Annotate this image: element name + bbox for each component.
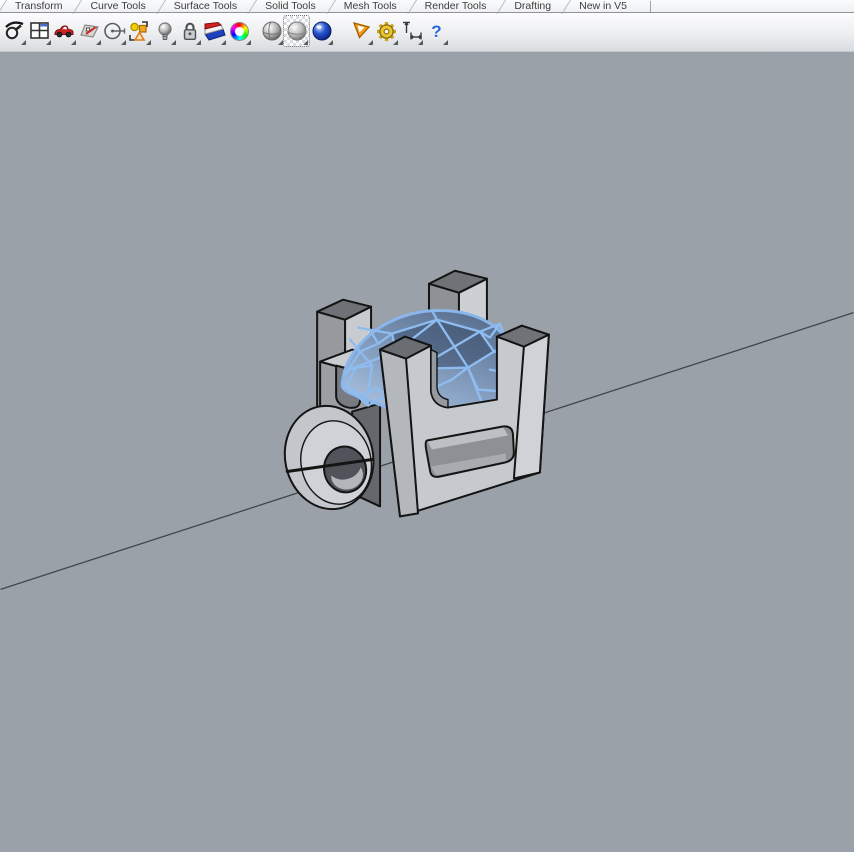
ghosted-sphere-icon[interactable] xyxy=(284,16,309,46)
circle-center-radius-icon[interactable] xyxy=(102,16,127,46)
tab-new-in-v5[interactable]: New in V5 xyxy=(564,0,640,13)
gem-setting-model[interactable] xyxy=(275,271,549,518)
map-icon[interactable] xyxy=(77,16,102,46)
tab-drafting[interactable]: Drafting xyxy=(499,0,564,13)
cone-pointer-icon[interactable] xyxy=(349,16,374,46)
tab-render-tools[interactable]: Render Tools xyxy=(410,0,500,13)
selection-filter-icon[interactable] xyxy=(127,16,152,46)
color-wheel-icon[interactable] xyxy=(227,16,252,46)
render-wedge-icon[interactable] xyxy=(202,16,227,46)
toolbar-tab-bar: Transform Curve Tools Surface Tools Soli… xyxy=(0,0,854,13)
tab-transform[interactable]: Transform xyxy=(0,0,75,13)
lamp-icon[interactable] xyxy=(152,16,177,46)
car-icon[interactable] xyxy=(52,16,77,46)
tab-curve-tools[interactable]: Curve Tools xyxy=(75,0,158,13)
lock-icon[interactable] xyxy=(177,16,202,46)
pan-zoom-icon[interactable] xyxy=(2,16,27,46)
tab-bar-separator xyxy=(650,1,651,12)
help-icon[interactable]: ? xyxy=(424,16,449,46)
tab-solid-tools[interactable]: Solid Tools xyxy=(250,0,329,13)
viewport-3d[interactable] xyxy=(0,52,854,851)
viewport-layout-icon[interactable] xyxy=(27,16,52,46)
main-toolbar: ? xyxy=(0,13,854,52)
shaded-sphere-icon[interactable] xyxy=(259,16,284,46)
dimension-icon[interactable] xyxy=(399,16,424,46)
rendered-sphere-icon[interactable] xyxy=(309,16,334,46)
tab-mesh-tools[interactable]: Mesh Tools xyxy=(329,0,410,13)
gear-icon[interactable] xyxy=(374,16,399,46)
tab-surface-tools[interactable]: Surface Tools xyxy=(159,0,250,13)
